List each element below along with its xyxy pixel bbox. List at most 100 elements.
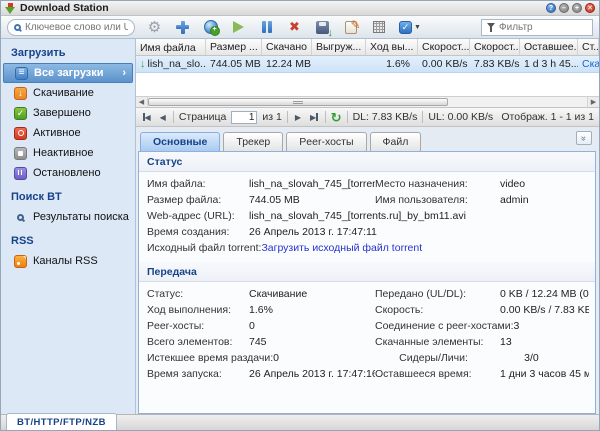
- field-value: 1.6%: [249, 304, 375, 316]
- first-page-button[interactable]: ◀: [141, 113, 153, 122]
- sidebar-item-label: Результаты поиска: [33, 211, 129, 223]
- filter-input[interactable]: [499, 22, 587, 33]
- column-header-size[interactable]: Размер ...: [206, 39, 262, 55]
- save-disk-icon: [316, 21, 329, 34]
- divider: [173, 111, 174, 123]
- column-header-status[interactable]: Ст...: [578, 39, 599, 55]
- sidebar-item-label: Остановлено: [33, 167, 101, 179]
- transfer-section-header: Передача: [139, 262, 595, 282]
- footer-tab-bt-http-ftp-nzb[interactable]: BT/HTTP/FTP/NZB: [6, 413, 117, 430]
- sidebar-section-bt-search: Поиск BT: [1, 183, 135, 207]
- download-icon: ↓: [14, 87, 27, 100]
- delete-button[interactable]: ✖: [287, 19, 302, 36]
- field-value: 13: [500, 336, 589, 348]
- field-label: Скорость:: [375, 304, 500, 316]
- sidebar-item-rss-feeds[interactable]: Каналы RSS: [1, 251, 135, 271]
- add-download-button[interactable]: [175, 19, 190, 36]
- field-label: Web-адрес (URL):: [147, 210, 249, 222]
- save-button[interactable]: [315, 19, 330, 36]
- filter-box[interactable]: [481, 19, 593, 36]
- field-label: Имя файла:: [147, 178, 249, 190]
- sidebar-item-active[interactable]: Активное: [1, 123, 135, 143]
- column-header-speed-down[interactable]: Скорост...: [470, 39, 520, 55]
- download-station-window: Download Station ? – + ✕ ⚙ ✖ ✓ ▼: [0, 0, 600, 431]
- search-box[interactable]: [7, 19, 135, 36]
- resume-button[interactable]: [231, 19, 246, 36]
- search-input[interactable]: [25, 22, 128, 33]
- edit-button[interactable]: [343, 19, 358, 36]
- settings-button[interactable]: ⚙: [147, 19, 162, 36]
- field-label: Оставшееся время:: [375, 368, 500, 380]
- task-remaining: 1 d 3 h 45...: [520, 58, 578, 70]
- help-button[interactable]: ?: [546, 3, 556, 13]
- field-label: Ход выполнения:: [147, 304, 249, 316]
- active-icon: [14, 127, 27, 140]
- field-label: Истекшее время раздачи:: [147, 352, 273, 364]
- page-label: Страница: [179, 111, 227, 123]
- download-station-app-icon: [5, 3, 16, 14]
- field-label: Место назначения:: [375, 178, 500, 190]
- sidebar-item-stopped[interactable]: II Остановлено: [1, 163, 135, 183]
- stopped-pause-icon: II: [14, 167, 27, 180]
- status-section-body: Имя файла: lish_na_slovah_745_[torrents …: [139, 172, 595, 262]
- select-mode-button[interactable]: ✓ ▼: [399, 19, 421, 36]
- scroll-right-arrow[interactable]: ▶: [587, 97, 599, 107]
- horizontal-scrollbar[interactable]: ◀ ▶: [136, 96, 599, 108]
- field-label: Время запуска:: [147, 368, 249, 380]
- sidebar-item-search-results[interactable]: Результаты поиска: [1, 207, 135, 227]
- refresh-icon[interactable]: ↻: [331, 111, 342, 124]
- collapse-panel-button[interactable]: »: [576, 131, 592, 145]
- divider: [287, 111, 288, 123]
- column-header-speed-up[interactable]: Скорост...: [418, 39, 470, 55]
- sidebar-item-completed[interactable]: ✓ Завершено: [1, 103, 135, 123]
- toolbar-buttons: ⚙ ✖ ✓ ▼: [147, 19, 421, 36]
- prev-page-button[interactable]: ◀: [158, 113, 168, 122]
- column-header-progress[interactable]: Ход вы...: [366, 39, 418, 55]
- pause-button[interactable]: [259, 19, 274, 36]
- download-torrent-link[interactable]: Загрузить исходный файл torrent: [261, 242, 589, 254]
- search-icon: [14, 24, 21, 31]
- table-row[interactable]: ↓ lish_na_slo... 744.05 MB 12.24 MB 1.6%…: [136, 56, 599, 73]
- tab-file[interactable]: Файл: [370, 132, 422, 151]
- tab-general[interactable]: Основные: [140, 132, 220, 151]
- titlebar: Download Station ? – + ✕: [1, 1, 599, 16]
- column-header-name[interactable]: Имя файла: [136, 39, 206, 55]
- field-value: lish_na_slovah_745_[torrents.ru]_by_bm11…: [249, 210, 589, 222]
- checkbox-icon: ✓: [399, 21, 412, 34]
- next-page-button[interactable]: ▶: [293, 113, 303, 122]
- close-button[interactable]: ✕: [585, 3, 595, 13]
- tab-strip: Основные Трекер Peer-хосты Файл »: [138, 130, 596, 151]
- task-name: lish_na_slo...: [148, 58, 207, 70]
- clear-completed-button[interactable]: [371, 19, 386, 36]
- scrollbar-grip: [293, 100, 303, 104]
- add-url-button[interactable]: [203, 19, 218, 36]
- tab-tracker[interactable]: Трекер: [223, 132, 283, 151]
- column-header-uploaded[interactable]: Выгруж...: [312, 39, 366, 55]
- column-header-downloaded[interactable]: Скачано: [262, 39, 312, 55]
- sidebar-item-inactive[interactable]: Неактивное: [1, 143, 135, 163]
- main-area: Загрузить ≡ Все загрузки › ↓ Скачивание …: [1, 39, 599, 414]
- check-icon: ✓: [14, 107, 27, 120]
- plus-icon: [176, 21, 189, 34]
- maximize-button[interactable]: +: [572, 3, 582, 13]
- display-range: Отображ. 1 - 1 из 1: [501, 111, 594, 123]
- double-chevron-down-icon: »: [579, 135, 588, 140]
- field-label: Статус:: [147, 288, 249, 300]
- last-page-button[interactable]: ▶: [308, 113, 320, 122]
- pause-icon: [262, 21, 272, 33]
- sidebar-item-label: Все загрузки: [34, 67, 104, 79]
- sidebar-item-all-downloads[interactable]: ≡ Все загрузки ›: [3, 63, 133, 83]
- sidebar: Загрузить ≡ Все загрузки › ↓ Скачивание …: [1, 39, 136, 414]
- globe-plus-icon: [204, 20, 218, 34]
- page-input[interactable]: [231, 111, 257, 124]
- sidebar-item-downloading[interactable]: ↓ Скачивание: [1, 83, 135, 103]
- field-value: 26 Апрель 2013 г. 17:47:16: [249, 368, 375, 380]
- minimize-button[interactable]: –: [559, 3, 569, 13]
- scroll-left-arrow[interactable]: ◀: [136, 97, 148, 107]
- tab-peers[interactable]: Peer-хосты: [286, 132, 366, 151]
- column-header-remaining[interactable]: Оставшее...: [520, 39, 578, 55]
- window-title: Download Station: [20, 2, 109, 14]
- scrollbar-thumb[interactable]: [148, 98, 448, 106]
- field-value: 0: [249, 320, 375, 332]
- details-content: Статус Имя файла: lish_na_slovah_745_[to…: [138, 151, 596, 414]
